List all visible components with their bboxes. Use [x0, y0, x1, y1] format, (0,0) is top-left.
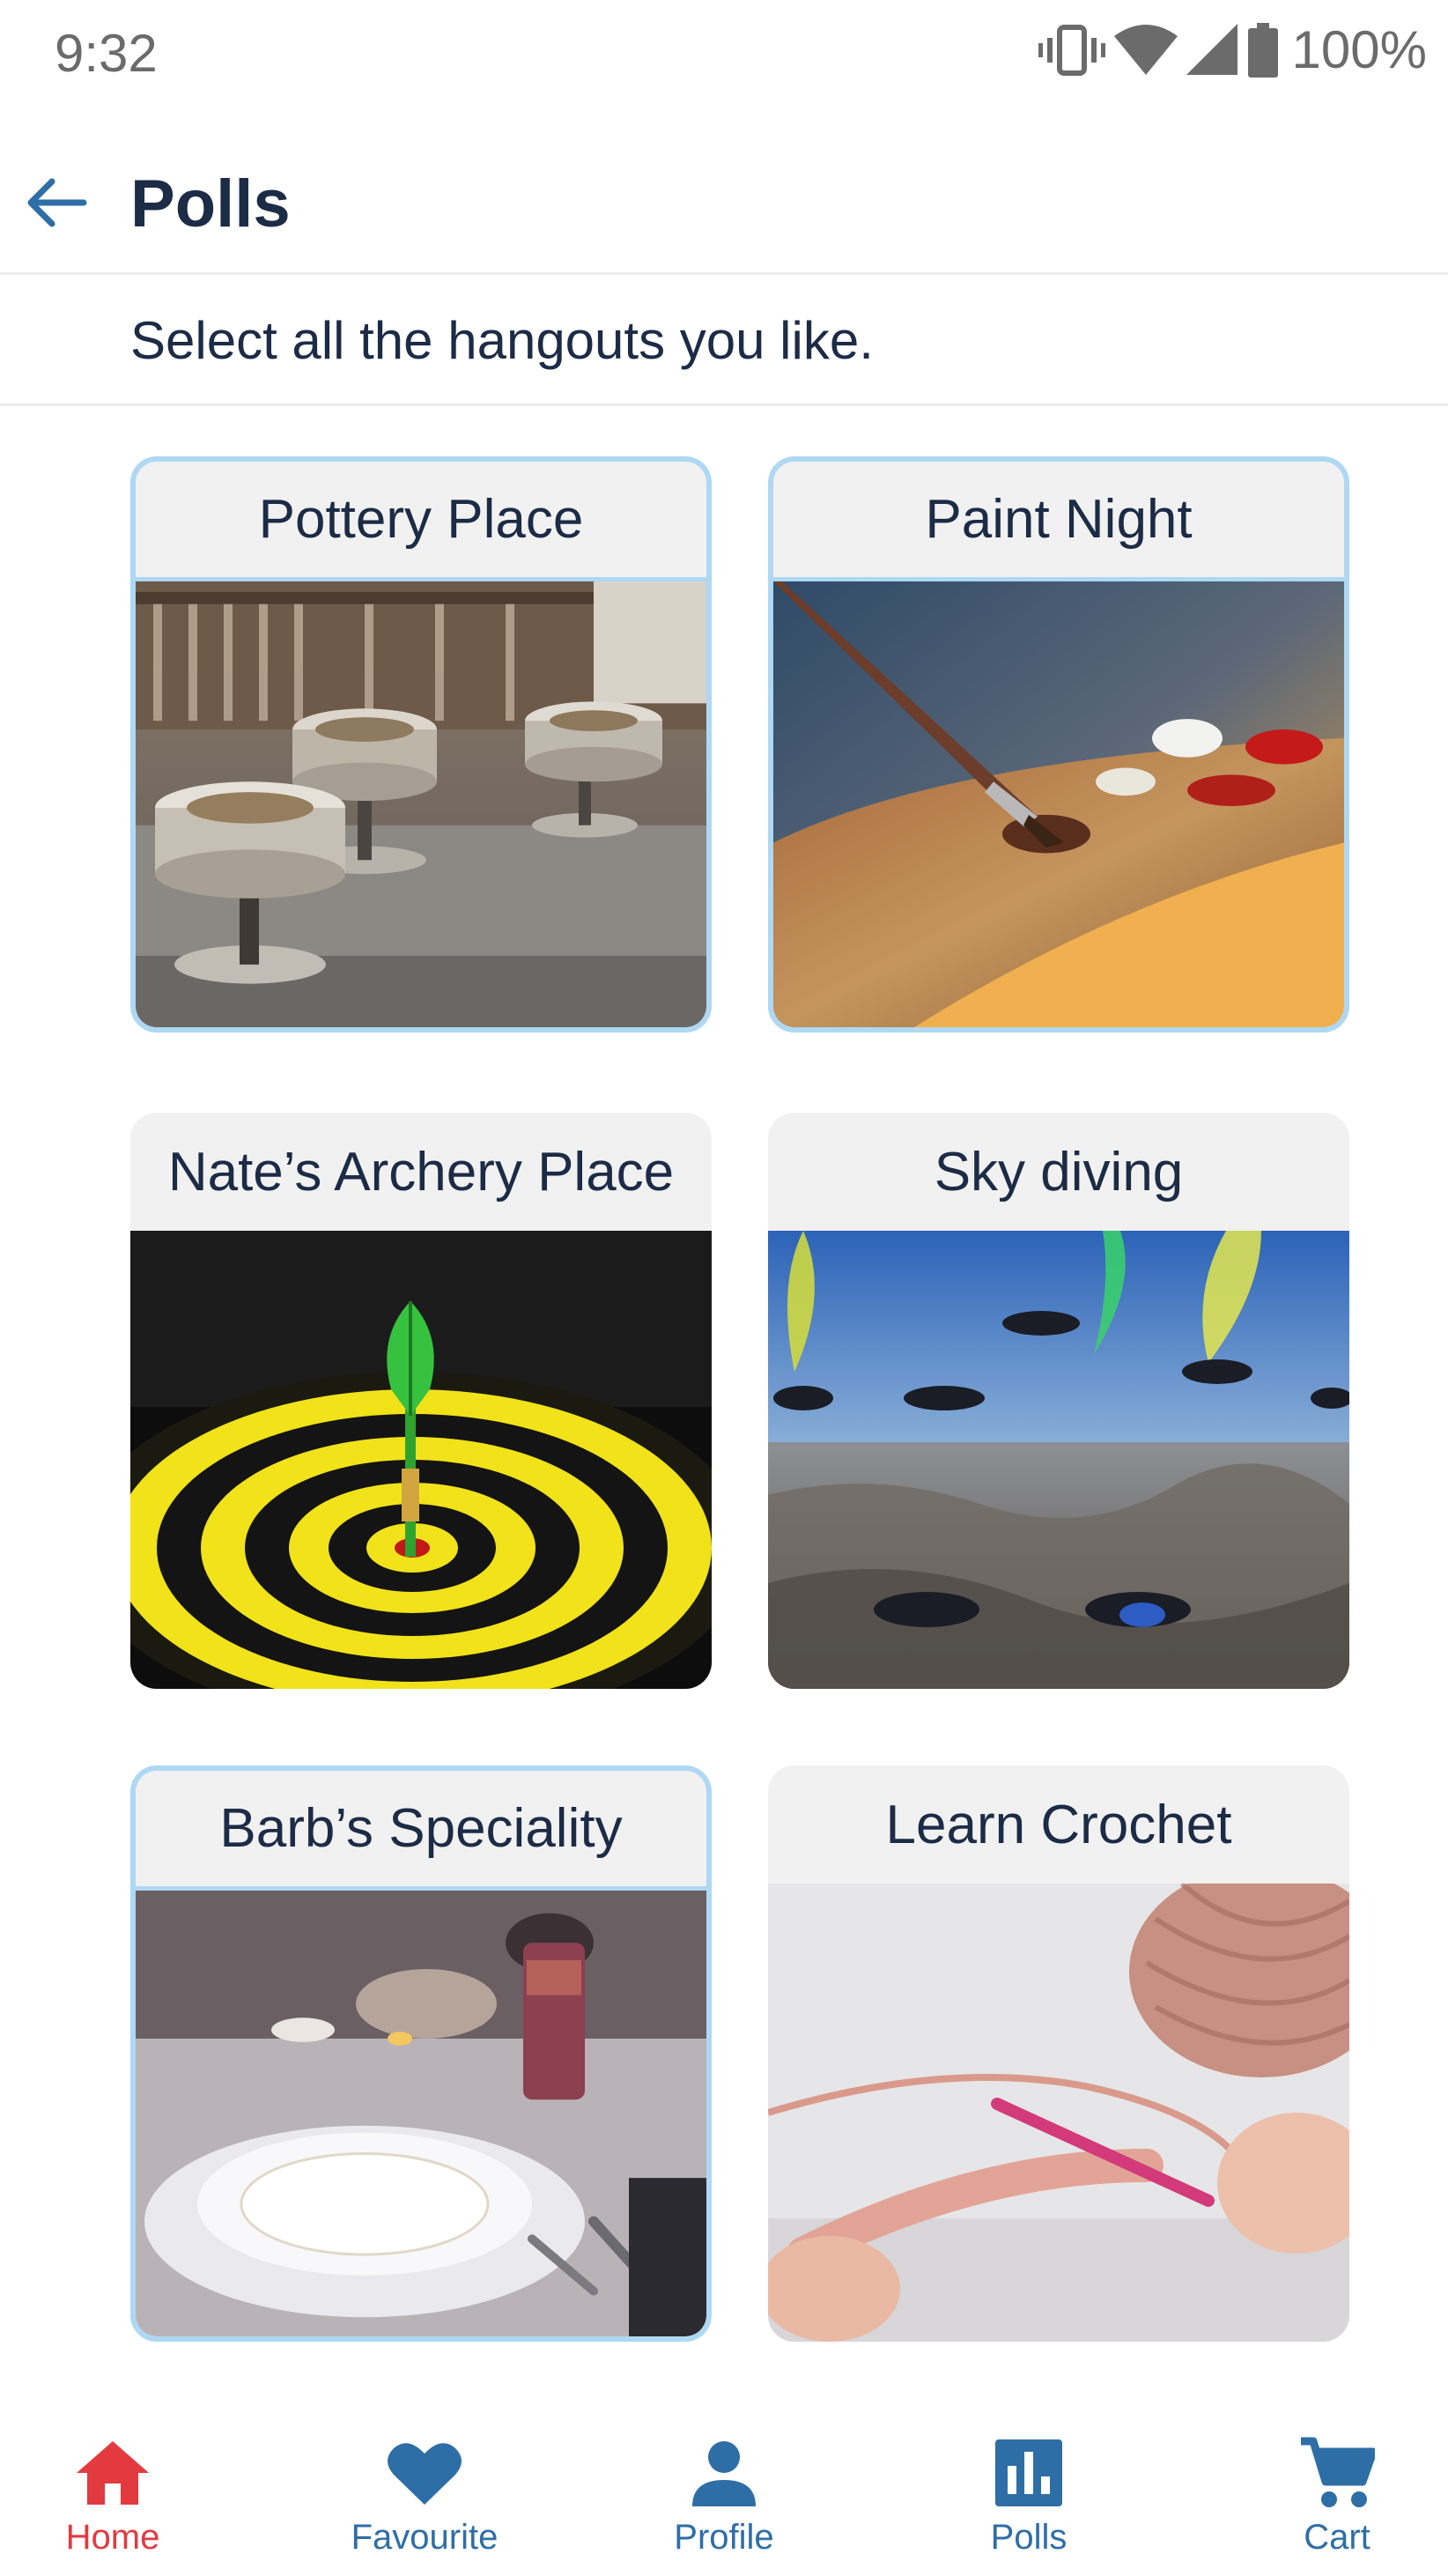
poll-card-paint-night[interactable]: Paint Night: [768, 456, 1349, 1033]
poll-card-header: Learn Crochet: [768, 1765, 1349, 1884]
nav-label-favourite: Favourite: [351, 2518, 499, 2557]
heart-icon: [385, 2433, 464, 2513]
poll-card-barbs-speciality[interactable]: Barb’s Speciality: [130, 1765, 712, 2342]
home-icon: [73, 2433, 152, 2513]
nav-label-profile: Profile: [674, 2518, 774, 2557]
poll-card-sky-diving[interactable]: Sky diving: [768, 1113, 1349, 1689]
nav-polls[interactable]: Polls: [932, 2433, 1126, 2565]
poll-card-archery[interactable]: Nate’s Archery Place: [130, 1113, 712, 1689]
arrow-left-icon: [26, 176, 87, 233]
battery-icon: [1247, 22, 1278, 78]
nav-profile[interactable]: Profile: [627, 2433, 821, 2565]
nav-label-home: Home: [65, 2518, 160, 2557]
poll-card-label: Barb’s Speciality: [219, 1798, 623, 1859]
crochet-image: [768, 1884, 1349, 2342]
table-setting-image: [136, 1891, 706, 2336]
nav-cart[interactable]: Cart: [1240, 2433, 1434, 2565]
wifi-icon: [1113, 24, 1178, 77]
status-bar: 9:32 100%: [0, 0, 1448, 106]
poll-card-label: Paint Night: [925, 489, 1193, 550]
poll-card-label: Sky diving: [934, 1141, 1184, 1203]
poll-card-header: Nate’s Archery Place: [130, 1113, 712, 1231]
poll-card-label: Nate’s Archery Place: [167, 1141, 675, 1203]
poll-card-label: Learn Crochet: [885, 1794, 1232, 1855]
instruction-text: Select all the hangouts you like.: [130, 311, 874, 370]
pottery-image: [136, 581, 706, 1027]
vibrate-icon: [1038, 24, 1105, 77]
bottom-nav: Home Favourite Profile Polls Cart: [0, 2414, 1448, 2576]
battery-percent: 100%: [1291, 20, 1427, 79]
paint-night-image: [773, 581, 1344, 1027]
nav-label-cart: Cart: [1304, 2518, 1370, 2557]
signal-icon: [1186, 23, 1239, 77]
page-title: Polls: [130, 167, 291, 241]
cart-icon: [1297, 2433, 1377, 2513]
status-icons: 100%: [1038, 19, 1427, 80]
nav-home[interactable]: Home: [16, 2433, 210, 2565]
instruction-bar: Select all the hangouts you like.: [0, 278, 1448, 406]
nav-favourite[interactable]: Favourite: [328, 2433, 521, 2565]
poll-card-pottery-place[interactable]: Pottery Place: [130, 456, 712, 1033]
person-icon: [684, 2433, 764, 2513]
back-button[interactable]: [23, 171, 90, 238]
poll-card-label: Pottery Place: [258, 489, 584, 550]
app-bar: Polls: [0, 132, 1448, 275]
nav-label-polls: Polls: [990, 2518, 1068, 2557]
sky-diving-image: [768, 1231, 1349, 1689]
archery-image: [130, 1231, 712, 1689]
status-time: 9:32: [55, 24, 158, 83]
poll-card-header: Sky diving: [768, 1113, 1349, 1231]
poll-card-learn-crochet[interactable]: Learn Crochet: [768, 1765, 1349, 2342]
poll-card-header: Barb’s Speciality: [136, 1771, 706, 1891]
poll-card-header: Pottery Place: [136, 462, 706, 581]
poll-icon: [989, 2433, 1068, 2513]
poll-card-header: Paint Night: [773, 462, 1344, 581]
